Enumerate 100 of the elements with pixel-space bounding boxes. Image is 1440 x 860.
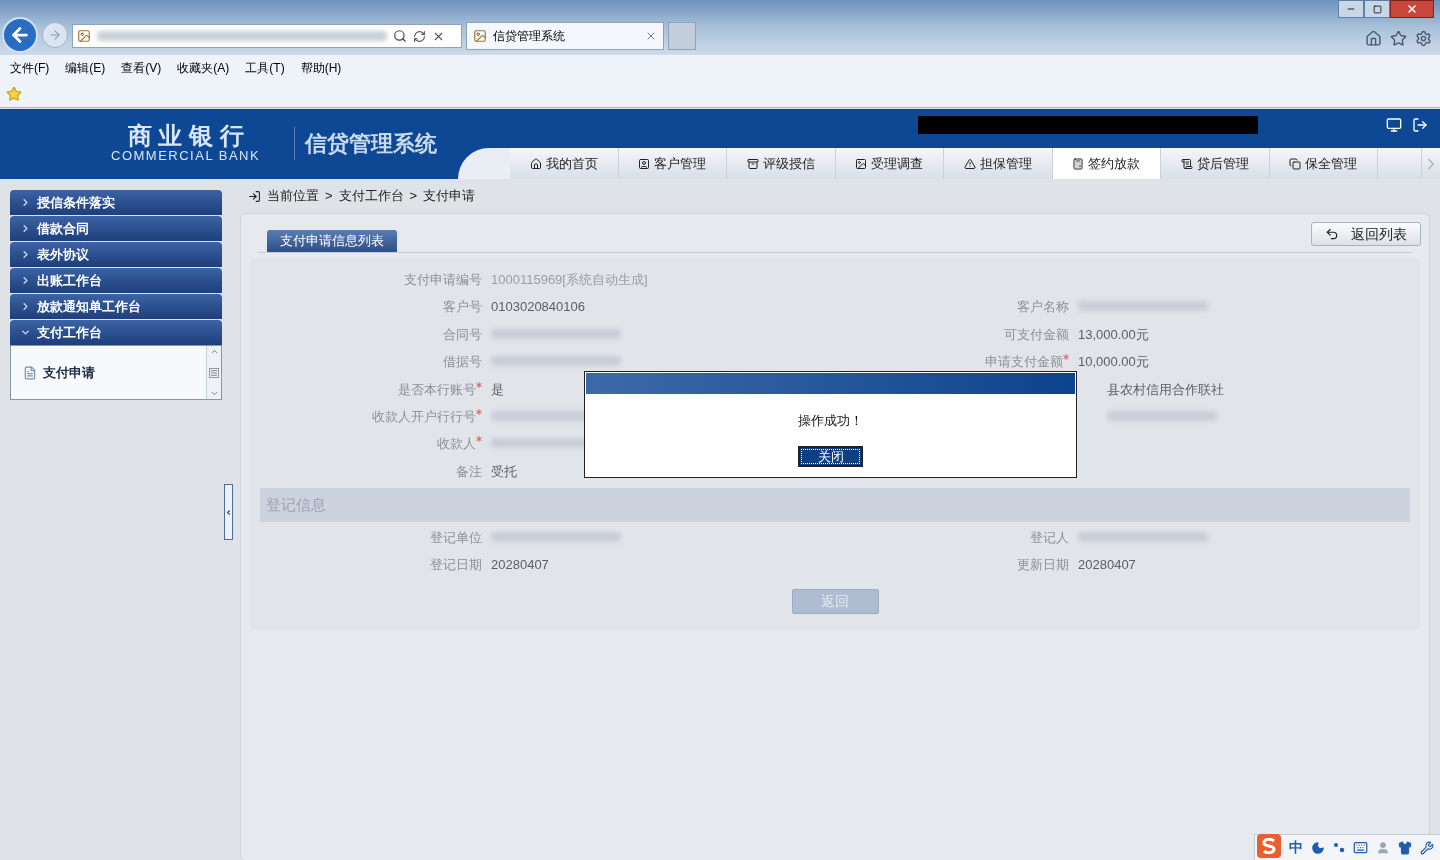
scroll-thumb-icon [209, 367, 219, 378]
collapse-handle[interactable] [224, 484, 233, 540]
sidebar-item[interactable]: 支付申请 [23, 362, 194, 383]
nav-tab[interactable]: 保全管理 [1269, 148, 1379, 179]
caret-icon [20, 223, 31, 234]
system-name: 信贷管理系统 [294, 127, 437, 160]
breadcrumb-item: 当前位置 [267, 187, 319, 206]
input-method-logo-icon[interactable] [1257, 833, 1281, 858]
field-label: 更新日期 [1017, 555, 1069, 574]
minimize-button[interactable] [1338, 0, 1364, 18]
settings-icon[interactable] [1415, 30, 1432, 47]
monitor-icon[interactable] [1386, 117, 1402, 133]
menu-item[interactable]: 查看(V) [121, 58, 162, 77]
scroll-up-icon [209, 347, 219, 356]
field-value: 受托 [491, 463, 517, 479]
id-card-icon [638, 157, 651, 170]
document-icon [23, 365, 37, 380]
menu-item[interactable]: 工具(T) [245, 58, 285, 77]
return-arrow-icon [1325, 227, 1339, 241]
bin-icon [746, 157, 759, 170]
field-label: 收款人开户行行号 [372, 407, 476, 426]
nav-tab[interactable]: 我的首页 [510, 148, 619, 179]
field-value: 20280407 [491, 556, 549, 572]
caret-icon [20, 197, 31, 208]
search-icon[interactable] [393, 29, 407, 43]
menu-item[interactable]: 文件(F) [10, 58, 50, 77]
scrollbar[interactable] [206, 346, 221, 399]
caret-icon [20, 249, 31, 260]
picture-frame-icon [855, 157, 868, 170]
field-value: 0103020840106 [491, 299, 585, 315]
menu-item[interactable]: 编辑(E) [65, 58, 106, 77]
nav-tab[interactable]: 客户管理 [618, 148, 728, 179]
nav-tab[interactable]: 贷后管理 [1161, 148, 1270, 179]
field-label: 收款人 [437, 435, 476, 454]
required-asterisk-icon [476, 381, 482, 388]
nav-tab[interactable]: 签约放款 [1052, 148, 1162, 179]
punctuation-icon[interactable] [1333, 841, 1345, 854]
copy-icon [1289, 157, 1302, 170]
field-value: 是 [491, 381, 504, 397]
field-label: 登记日期 [430, 555, 482, 574]
close-icon[interactable] [645, 30, 657, 42]
field-label: 合同号 [443, 325, 482, 344]
field-label: 登记单位 [430, 528, 482, 547]
sidebar-section[interactable]: 授信条件落实 [10, 190, 222, 215]
favorites-star-icon[interactable] [6, 85, 22, 102]
close-button[interactable] [1390, 0, 1434, 18]
favorites-icon[interactable] [1390, 30, 1407, 47]
field-label: 申请支付金额 [985, 353, 1063, 372]
field-value: 20280407 [1078, 556, 1136, 572]
field-label: 借据号 [443, 353, 482, 372]
field-label: 支付申请编号 [404, 270, 482, 289]
sidebar-section[interactable]: 借款合同 [10, 216, 222, 241]
dialog-message: 操作成功！ [798, 412, 863, 430]
nav-tab[interactable]: 受理调查 [835, 148, 945, 179]
sidebar-section[interactable]: 出账工作台 [10, 268, 222, 293]
caret-icon [20, 327, 31, 338]
house-icon [529, 157, 542, 170]
sidebar-section[interactable]: 放款通知单工作台 [10, 294, 222, 319]
logout-icon[interactable] [1412, 117, 1428, 133]
menu-item[interactable]: 帮助(H) [300, 58, 342, 77]
maximize-button[interactable] [1364, 0, 1390, 18]
page-icon [77, 29, 91, 43]
caret-icon [20, 301, 31, 312]
breadcrumb-separator: > [409, 187, 418, 206]
field-label: 客户名称 [1017, 298, 1069, 317]
field-label: 备注 [456, 462, 482, 481]
required-asterisk-icon [476, 436, 482, 443]
moon-icon[interactable] [1311, 840, 1325, 855]
nav-tab-spacer [1378, 148, 1423, 179]
list-icon [1180, 157, 1193, 170]
back-button[interactable] [2, 17, 38, 53]
wrench-icon[interactable] [1420, 840, 1434, 855]
maximize-icon [1372, 4, 1382, 14]
caret-icon [20, 275, 31, 286]
refresh-icon[interactable] [413, 29, 426, 43]
sidebar-section[interactable]: 支付工作台 [10, 320, 222, 345]
field-value: 县农村信用合作联社 [1107, 381, 1224, 397]
home-icon[interactable] [1365, 30, 1382, 47]
field-label: 可支付金额 [1004, 325, 1069, 344]
nav-tab[interactable]: 担保管理 [944, 148, 1053, 179]
close-dialog-button[interactable]: 关闭 [798, 445, 863, 467]
menu-item[interactable]: 收藏夹(A) [177, 58, 230, 77]
keyboard-icon[interactable] [1353, 840, 1368, 855]
bank-name-english: COMMERCIAL BANK [111, 149, 261, 163]
shirt-icon[interactable] [1398, 840, 1412, 855]
nav-tab[interactable]: 评级授信 [727, 148, 836, 179]
field-value: 13,000.00元 [1078, 326, 1149, 342]
breadcrumb-separator: > [325, 187, 333, 206]
breadcrumb-item[interactable]: 支付工作台 [338, 186, 404, 206]
calculator-icon [1072, 157, 1085, 170]
arrow-right-icon [48, 28, 62, 42]
input-mode[interactable]: 中 [1289, 837, 1303, 858]
breadcrumb-item[interactable]: 支付申请 [423, 186, 476, 206]
browser-tab[interactable]: 信贷管理系统 [466, 22, 664, 50]
location-icon [248, 189, 261, 203]
required-asterisk-icon [476, 408, 482, 415]
scroll-down-icon [209, 389, 219, 398]
sidebar-section[interactable]: 表外协议 [10, 242, 222, 267]
panel-tab[interactable]: 支付申请信息列表 [267, 230, 397, 252]
back-to-list-button[interactable]: 返回列表 [1311, 222, 1421, 246]
